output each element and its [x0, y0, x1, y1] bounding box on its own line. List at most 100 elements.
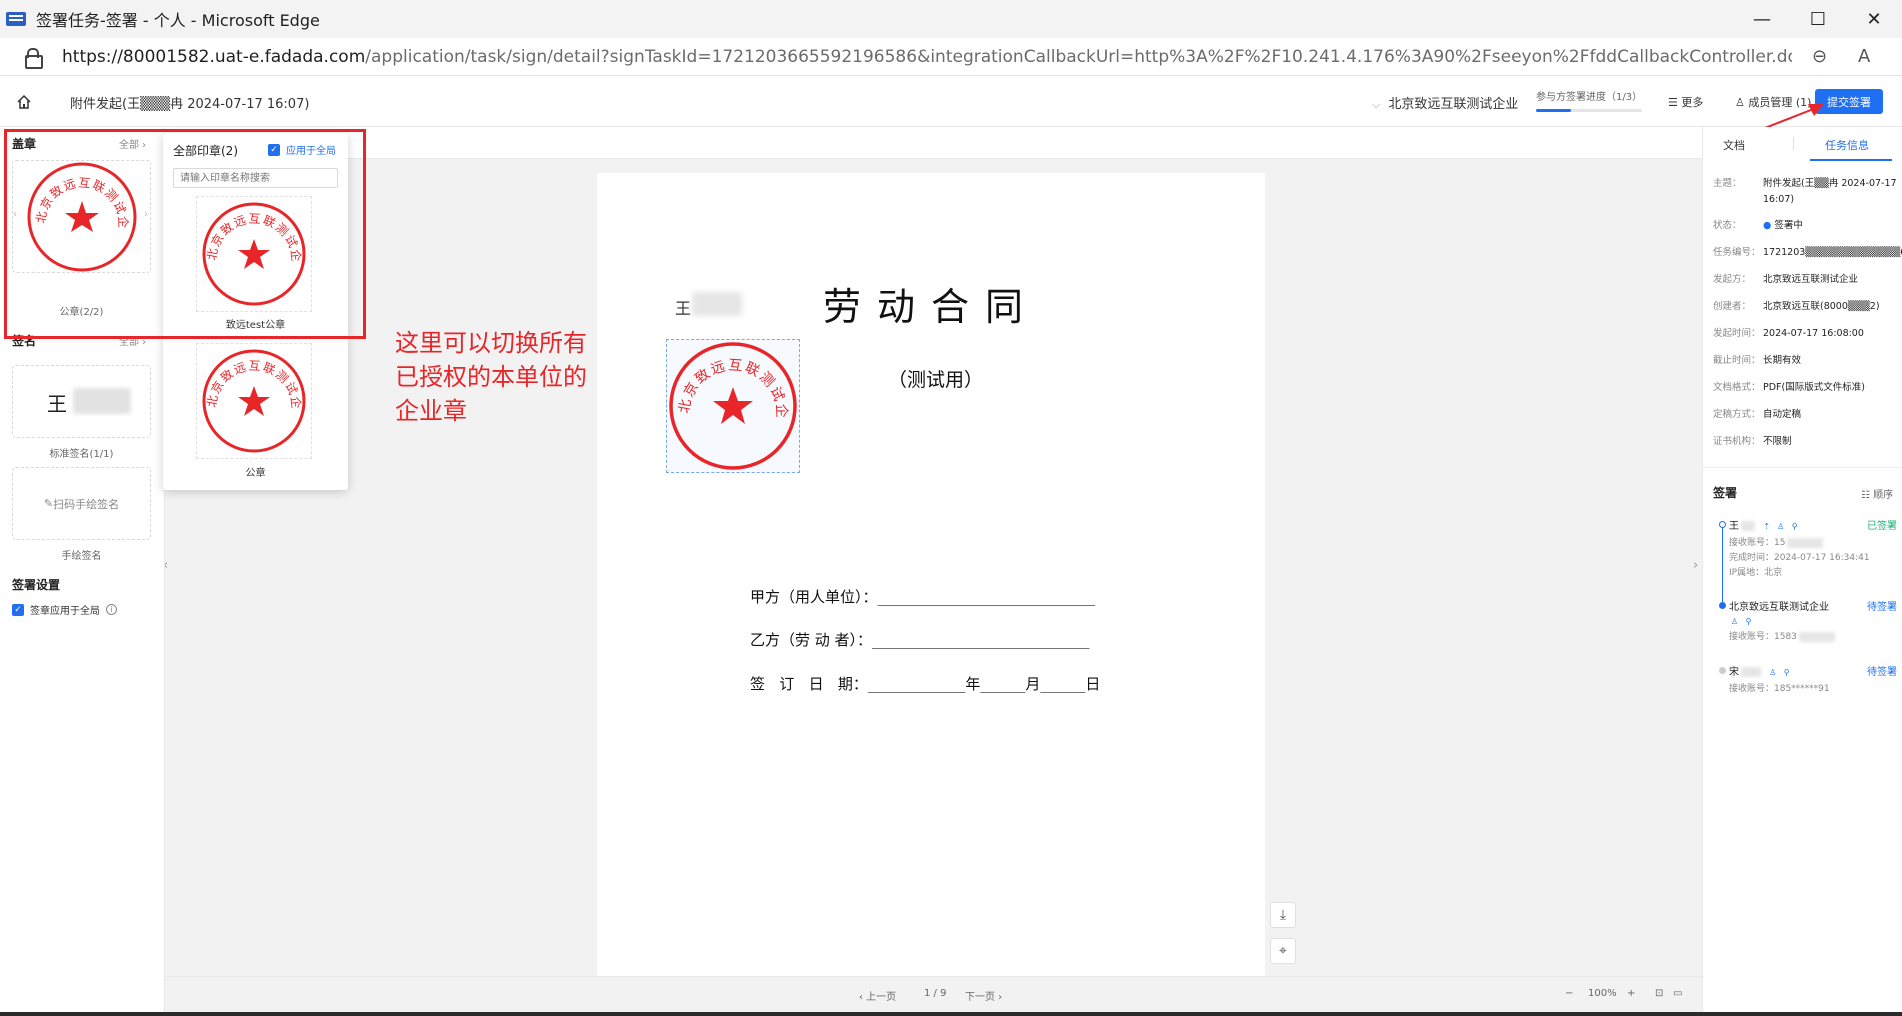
info-row-deadline: 截止时间： 长期有效 [1713, 353, 1898, 369]
locate-button[interactable]: ⌖ [1270, 938, 1296, 964]
apply-global-setting[interactable]: ✓ 签章应用于全局 i [12, 602, 117, 617]
url-host: https://80001582.uat-e.fadada.com [62, 46, 366, 67]
more-label: 更多 [1681, 96, 1704, 109]
signer-1-done-time: 完成时间：2024-07-17 16:34:41 [1729, 553, 1870, 563]
placed-seal[interactable]: 北京致远互联测试企业 [659, 328, 800, 473]
signature-redaction [73, 388, 131, 414]
signer-name-redaction [692, 292, 742, 316]
info-key: 定稿方式： [1713, 409, 1761, 420]
next-page-button[interactable]: 下一页 › [965, 988, 1002, 1003]
seal-search-input[interactable] [173, 168, 338, 188]
seal-option-2-image: 北京致远互联测试企业 [190, 333, 306, 453]
seal-thumbnail: 北京致远互联测试企业 [26, 161, 137, 272]
info-icon[interactable]: i [106, 604, 117, 615]
checkbox-checked-icon[interactable]: ✓ [12, 603, 24, 616]
popup-title: 全部印章(2) [173, 144, 238, 158]
info-key: 发起时间： [1713, 328, 1761, 339]
apply-global-text: 应用于全局 [286, 146, 336, 157]
company-select[interactable]: ⌵ 北京致远互联测试企业 [1372, 93, 1518, 112]
seal-heading: 盖章 [12, 137, 37, 151]
order-label: 顺序 [1873, 490, 1894, 501]
collapse-right-icon[interactable]: › [1693, 558, 1698, 573]
menu-icon: ☰ [1668, 96, 1682, 109]
seal-all-link[interactable]: 全部 › [119, 136, 146, 151]
seal-option-2-label: 公章 [245, 468, 266, 479]
info-row-format: 文档格式： PDF(国际版式文件标准) [1713, 380, 1898, 396]
info-key: 发起方： [1713, 274, 1752, 285]
hand-sign-card[interactable]: ✎ 扫码手绘签名 [12, 467, 151, 540]
zoom-icon[interactable]: ⊖ [1812, 46, 1827, 67]
tab-task-info[interactable]: 任务信息 [1825, 137, 1869, 153]
home-icon[interactable] [16, 94, 32, 110]
sign-all-link[interactable]: 全部 › [119, 333, 146, 348]
close-button[interactable]: ✕ [1846, 0, 1902, 38]
tab-documents[interactable]: 文档 [1723, 137, 1745, 153]
signer-item-1[interactable]: 王 ⇡ ♙ ⚲ 已签署 接收账号：15 完成时间：2024-07-17 16:34:… [1729, 517, 1899, 581]
order-icon: ☷ [1861, 490, 1874, 501]
signer-1-account: 接收账号：15 [1729, 536, 1899, 551]
canvas-toolbar [165, 127, 1702, 159]
seal-all-label: 全部 [119, 140, 139, 151]
timeline-dot-done [1719, 521, 1726, 528]
maximize-button[interactable]: ☐ [1790, 0, 1846, 38]
sign-progress[interactable]: 参与方签署进度（1/3） [1536, 88, 1642, 112]
info-value: 北京致远互联测试企业 [1763, 274, 1859, 285]
sign-date-line: 签 订 日 期：_____________年______月______日 [750, 675, 1101, 693]
progress-label: 参与方签署进度（1/3） [1536, 92, 1643, 103]
seal-card[interactable]: 北京致远互联测试企业 ‹ › [12, 160, 151, 273]
person-icon: ♙ [1769, 668, 1777, 677]
timeline-dot-current [1719, 602, 1726, 609]
signer-item-3[interactable]: 宋 ♙ ⚲ 待签署 接收账号：185******91 [1729, 663, 1899, 697]
hand-sign-caption: 手绘签名 [61, 551, 102, 562]
zoom-in-button[interactable]: + [1627, 988, 1635, 999]
status-text: 签署中 [1774, 220, 1803, 231]
signer-1-ip: IP属地：北京 [1729, 568, 1783, 578]
progress-fill [1536, 109, 1572, 112]
order-toggle[interactable]: ☷ 顺序 [1861, 486, 1893, 501]
fit-width-icon[interactable]: ⊡ [1655, 988, 1663, 999]
apply-global-toggle[interactable]: ✓ 应用于全局 [268, 142, 336, 157]
info-value: 1721203▒▒▒▒▒▒▒▒▒▒▒▒▒6 [1763, 247, 1902, 258]
signer-1-status: 已签署 [1867, 521, 1897, 532]
seal-next-icon[interactable]: › [144, 209, 148, 220]
right-info-panel: 文档 任务信息 主题： 附件发起(王▒▒冉 2024-07-17 16:07) 状… [1702, 127, 1902, 1016]
left-sign-panel: 盖章 全部 › 北京致远互联测试企业 ‹ › 公章(2/2) 签名 全部 › 王… [0, 127, 165, 1016]
annotation-line-3: 企业章 [395, 397, 467, 425]
info-value: 附件发起(王▒▒冉 2024-07-17 16:07) [1763, 178, 1897, 205]
minimize-button[interactable]: — [1734, 0, 1790, 38]
lock-icon[interactable] [24, 47, 43, 69]
timeline-line [1722, 524, 1723, 606]
download-button[interactable]: ⤓ [1270, 902, 1296, 928]
annotation-line-2: 已授权的本单位的 [395, 363, 587, 391]
url-field[interactable]: https://80001582.uat-e.fadada.com/applic… [62, 47, 1792, 67]
person-icon: ♙ [1730, 617, 1739, 626]
party-b-line: 乙方（劳 动 者）：_____________________________ [750, 631, 1090, 649]
fit-page-icon[interactable]: ▭ [1673, 988, 1682, 999]
seal-option-2[interactable]: 北京致远互联测试企业 [190, 333, 312, 459]
locate-icon: ⌖ [1279, 943, 1287, 959]
info-value: 不限制 [1763, 436, 1792, 447]
zoom-out-button[interactable]: − [1565, 988, 1573, 999]
pen-icon: ✎ [43, 497, 54, 510]
prev-page-button[interactable]: ‹ 上一页 [859, 988, 896, 1003]
checkbox-checked-icon[interactable]: ✓ [268, 143, 280, 156]
annotation-text: 这里可以切换所有 已授权的本单位的 企业章 [395, 326, 625, 428]
seal-prev-icon[interactable]: ‹ [13, 209, 17, 220]
link-icon: ⚲ [1783, 668, 1790, 677]
contract-heading: 劳动合同 [823, 285, 1040, 329]
info-row-status: 状态： ● 签署中 [1713, 218, 1898, 234]
party-a-line: 甲方（用人单位）：_____________________________ [750, 588, 1096, 606]
seal-option-1[interactable]: 北京致远互联测试企业 [190, 186, 312, 312]
status-dot: ● [1763, 220, 1775, 231]
standard-signature-card[interactable]: 王 [12, 365, 151, 438]
timeline-dot-pending [1719, 667, 1726, 674]
window-title: 签署任务-签署 - 个人 - Microsoft Edge [36, 11, 320, 30]
info-row-creator: 创建者： 北京致远互联(8000▒▒▒2) [1713, 299, 1898, 315]
info-row-task-id: 任务编号： 1721203▒▒▒▒▒▒▒▒▒▒▒▒▒6 [1713, 245, 1902, 261]
read-aloud-icon[interactable]: A [1858, 46, 1870, 67]
more-button[interactable]: ☰ 更多 [1668, 94, 1703, 110]
section-divider [1703, 467, 1902, 468]
signer-1-account-text: 接收账号：15 [1729, 538, 1786, 548]
signer-item-2[interactable]: 北京致远互联测试企业 待签署 ♙ ⚲ 接收账号：1583 [1729, 598, 1899, 645]
signer-2-account: 接收账号：1583 [1729, 630, 1899, 645]
